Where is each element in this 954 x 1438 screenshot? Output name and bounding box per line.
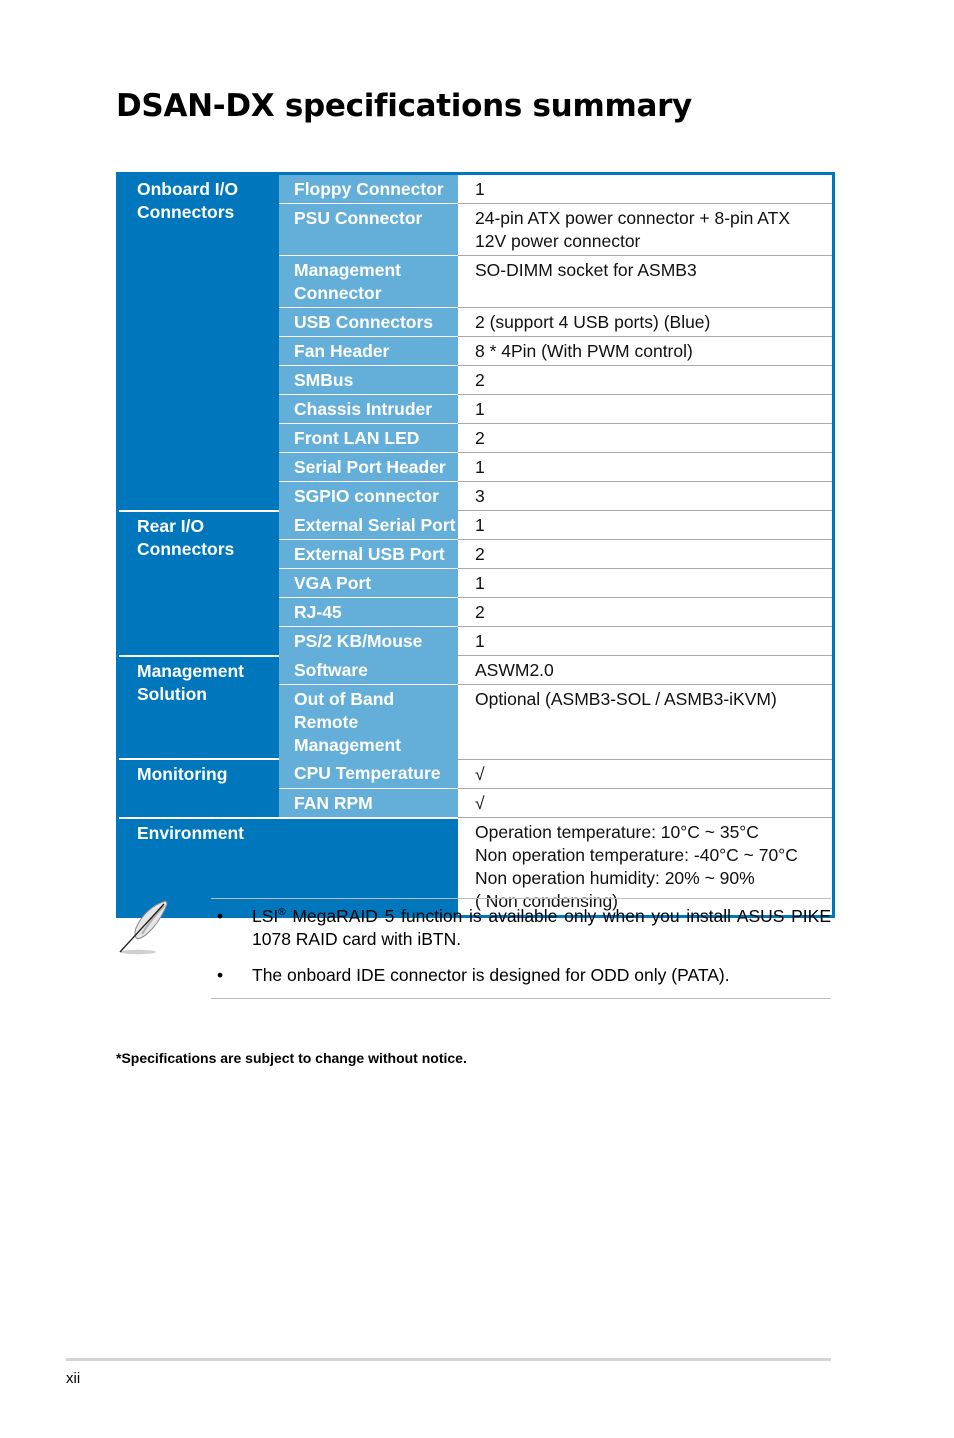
spec-value-cell: 1 <box>458 173 834 204</box>
spec-label-cell: Chassis Intruder <box>279 394 458 424</box>
spec-label-cell: FAN RPM <box>279 788 458 818</box>
category-cell: Monitoring <box>117 758 279 818</box>
spec-value-cell: SO-DIMM socket for ASMB3 <box>458 255 834 308</box>
spec-label-cell: Software <box>279 655 458 685</box>
registered-mark: ® <box>278 907 286 919</box>
spec-value-cell: 2 <box>458 423 834 453</box>
spec-value-line: √ <box>475 792 485 813</box>
spec-value-line: Optional (ASMB3-SOL / ASMB3-iKVM) <box>475 689 777 709</box>
note-list: • LSI® MegaRAID 5 function is available … <box>211 905 831 987</box>
category-cell: Management Solution <box>117 654 279 759</box>
spec-value-line: Non operation humidity: 20% ~ 90% <box>475 868 755 888</box>
note-text: The onboard IDE connector is designed fo… <box>252 965 730 985</box>
category-cell: Onboard I/O Connectors <box>117 173 279 511</box>
spec-value-line: Non operation temperature: -40°C ~ 70°C <box>475 845 798 865</box>
spec-value-cell: 1 <box>458 452 834 482</box>
note-prefix: LSI <box>252 906 279 926</box>
spec-label-cell: Front LAN LED <box>279 423 458 453</box>
page-title: DSAN-DX specifications summary <box>116 88 692 124</box>
spec-value-line: 8 * 4Pin (With PWM control) <box>475 341 693 361</box>
spec-value-line: ASWM2.0 <box>475 660 554 680</box>
disclaimer: *Specifications are subject to change wi… <box>116 1050 467 1066</box>
spec-value-cell: 24-pin ATX power connector + 8-pin ATX 12… <box>458 203 834 256</box>
note-box: • LSI® MegaRAID 5 function is available … <box>211 898 831 999</box>
spec-value-line: Operation temperature: 10°C ~ 35°C <box>475 822 759 842</box>
spec-label-cell: SMBus <box>279 365 458 395</box>
spec-value-line: 2 <box>475 602 485 622</box>
table-row: Monitoring CPU Temperature √ <box>117 758 834 818</box>
footer-divider <box>66 1358 831 1361</box>
spec-value-cell: 2 <box>458 539 834 569</box>
spec-value-cell: 2 <box>458 365 834 395</box>
spec-value-line: 2 <box>475 428 485 448</box>
spec-label-cell: Serial Port Header <box>279 452 458 482</box>
spec-value-cell: 1 <box>458 510 834 540</box>
spec-label-cell: Fan Header <box>279 336 458 366</box>
spec-label-cell: SGPIO connector <box>279 481 458 511</box>
spec-value-cell: √ <box>458 759 834 789</box>
spec-value-cell: √ <box>458 788 834 818</box>
spec-label-cell: PS/2 KB/Mouse <box>279 626 458 656</box>
table-row: Rear I/O Connectors External Serial Port 1 <box>117 509 834 656</box>
spec-value-cell: Optional (ASMB3-SOL / ASMB3-iKVM) <box>458 684 834 760</box>
spec-value-cell: 1 <box>458 568 834 598</box>
spec-value-line: 1 <box>475 515 485 535</box>
spec-value-line: 1 <box>475 399 485 419</box>
spec-label-cell: Out of Band Remote Management <box>279 684 458 759</box>
spec-value-line: 1 <box>475 631 485 651</box>
spec-value-line: 2 (support 4 USB ports) (Blue) <box>475 312 711 332</box>
spec-label-cell: Floppy Connector <box>279 173 458 204</box>
spec-value-line: 2 <box>475 370 485 390</box>
spec-value-cell: 8 * 4Pin (With PWM control) <box>458 336 834 366</box>
category-cell: Rear I/O Connectors <box>117 509 279 656</box>
note-text: MegaRAID 5 function is available only wh… <box>252 906 831 949</box>
spec-value-cell: ASWM2.0 <box>458 655 834 685</box>
specifications-table: Onboard I/O Connectors Floppy Connector 1 P… <box>116 172 835 918</box>
spec-value-cell: 2 <box>458 597 834 627</box>
spec-label-cell: External USB Port <box>279 539 458 569</box>
spec-value-cell: 1 <box>458 626 834 656</box>
table-row: Onboard I/O Connectors Floppy Connector 1 <box>117 173 834 511</box>
spec-value-line: 2 <box>475 544 485 564</box>
table-row: Management Solution Software ASWM2.0 <box>117 654 834 759</box>
spec-value-line: 1 <box>475 573 485 593</box>
spec-label-cell: CPU Temperature <box>279 759 458 789</box>
feather-pen-icon <box>119 900 168 955</box>
spec-label-cell: VGA Port <box>279 568 458 598</box>
spec-value-line: 24-pin ATX power connector + 8-pin ATX <box>475 208 791 228</box>
bullet: • <box>217 906 224 926</box>
spec-label-cell: PSU Connector <box>279 203 458 256</box>
spec-label-cell: USB Connectors <box>279 307 458 337</box>
spec-value-line: 3 <box>475 486 485 506</box>
bullet: • <box>217 965 224 985</box>
spec-value-line: 1 <box>475 457 485 477</box>
spec-label-cell: External Serial Port <box>279 510 458 540</box>
spec-label-cell: Management Connector <box>279 255 458 308</box>
spec-value-cell: 3 <box>458 481 834 511</box>
spec-value-line: √ <box>475 763 485 784</box>
note-item: • The onboard IDE connector is designed … <box>211 964 831 987</box>
page-number: xii <box>66 1370 81 1387</box>
spec-value-cell: 2 (support 4 USB ports) (Blue) <box>458 307 834 337</box>
note-item: • LSI® MegaRAID 5 function is available … <box>211 905 831 951</box>
spec-value-line: SO-DIMM socket for ASMB3 <box>475 260 697 280</box>
spec-value-line: 12V power connector <box>475 231 641 251</box>
spec-value-line: 1 <box>475 179 485 199</box>
spec-value-cell: 1 <box>458 394 834 424</box>
spec-label-cell: RJ-45 <box>279 597 458 627</box>
